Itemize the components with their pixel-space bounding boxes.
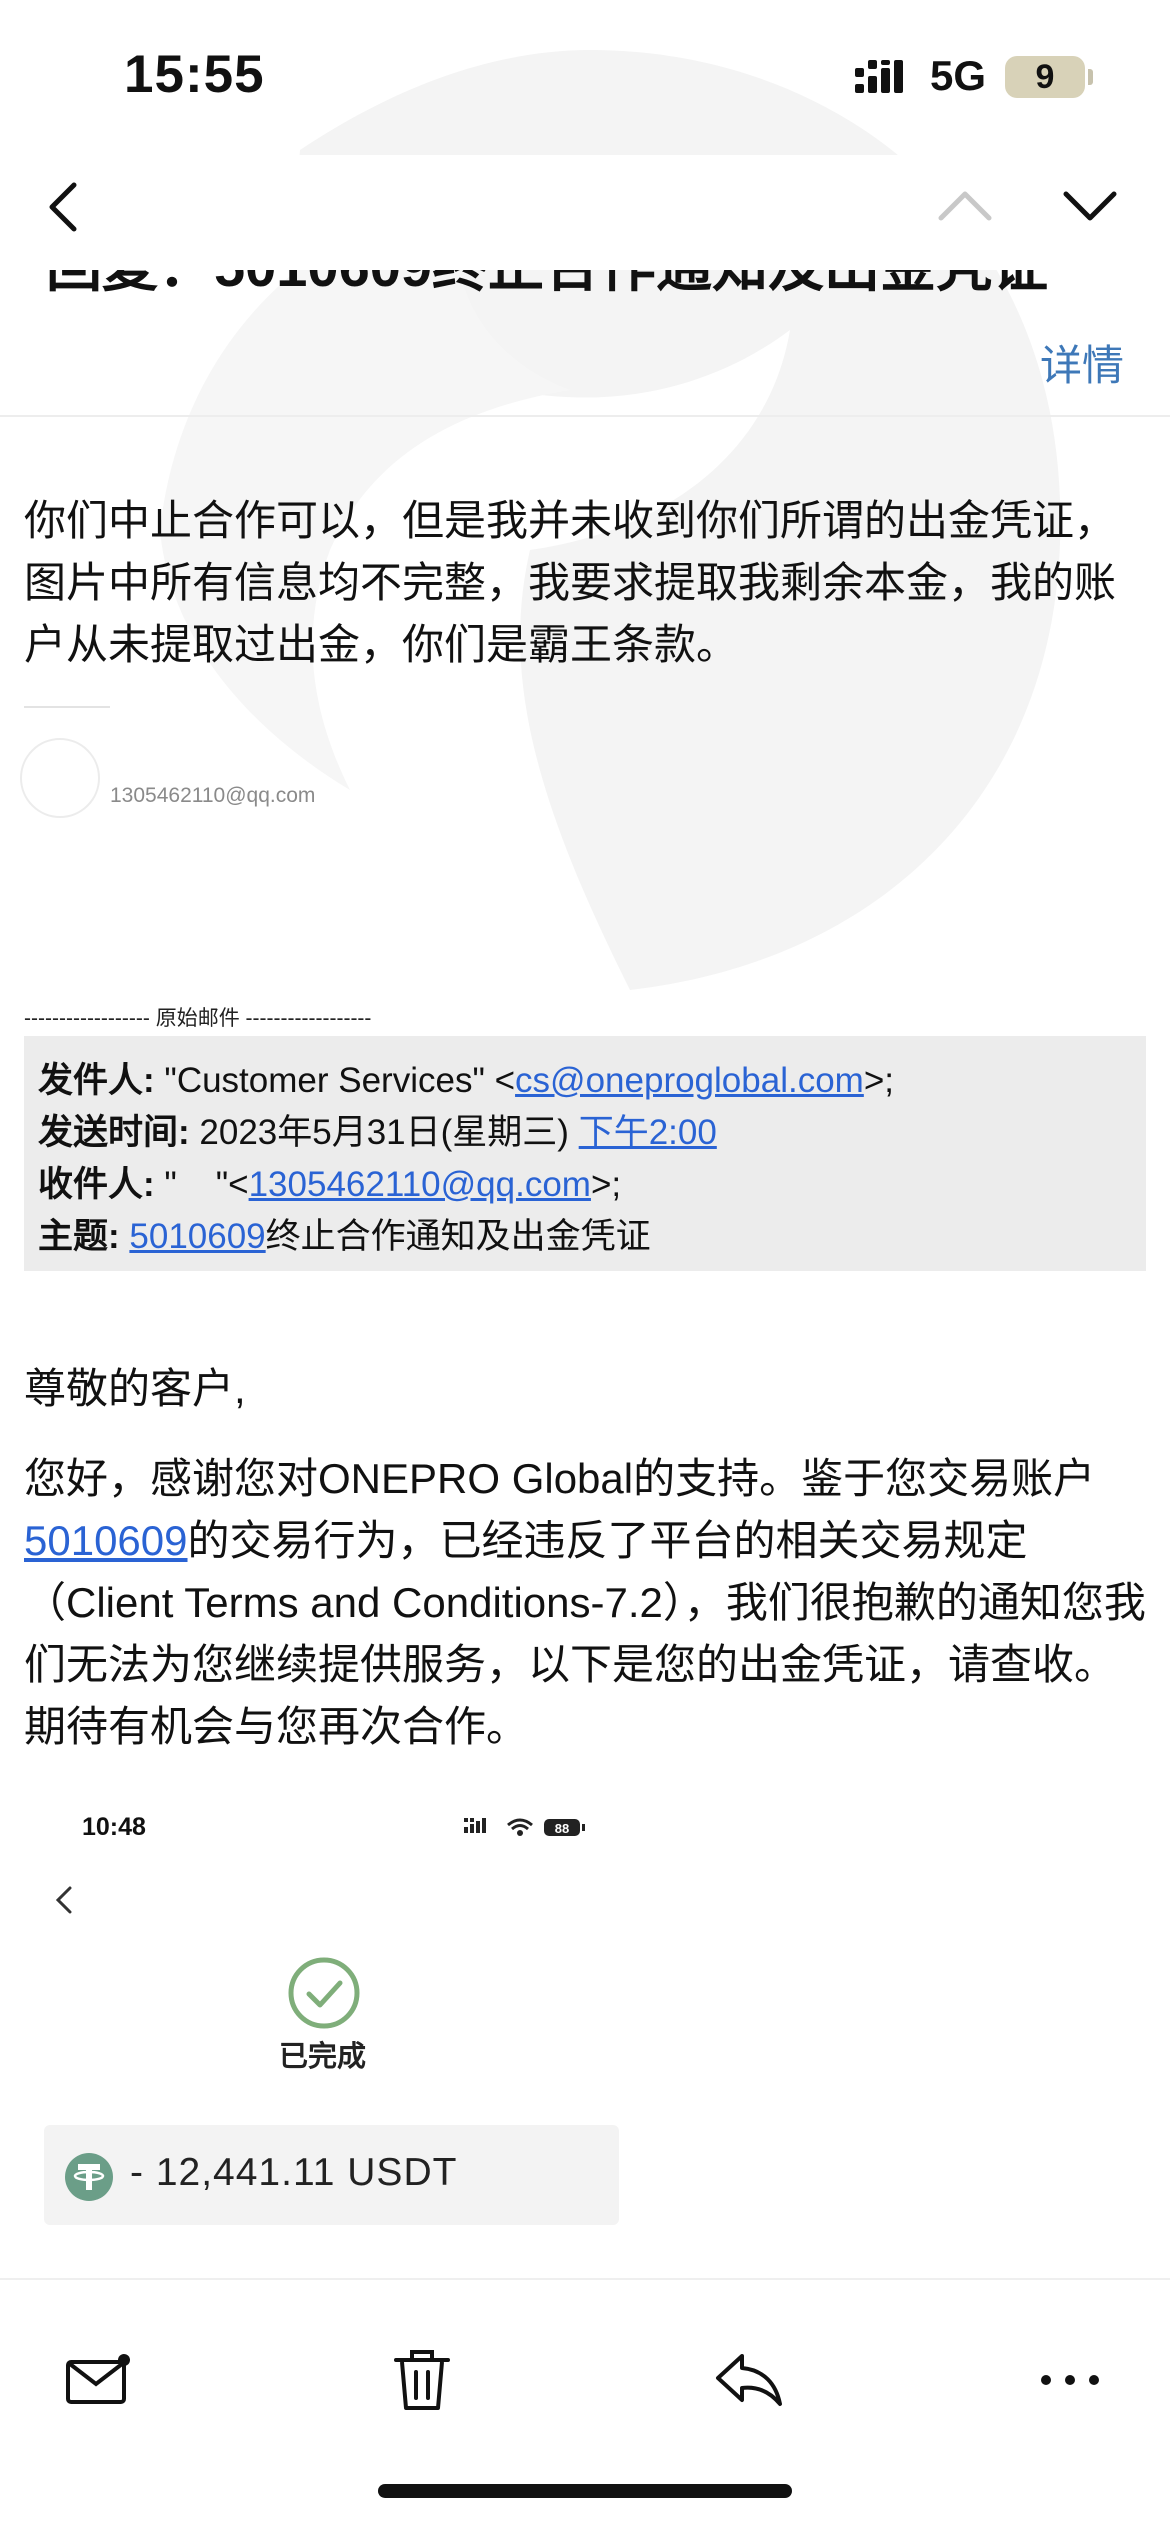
orig-to-email-link[interactable]: 1305462110@qq.com	[249, 1165, 591, 1204]
orig-to-line: 收件人: " "<1305462110@qq.com>;	[38, 1156, 621, 1207]
avatar	[20, 738, 100, 818]
reply-body: 你们中止合作可以，但是我并未收到你们所谓的出金凭证，图片中所有信息均不完整，我要…	[24, 497, 1117, 668]
orig-subject-label: 主题:	[38, 1217, 120, 1256]
chevron-left-icon[interactable]	[40, 177, 90, 237]
orig-to-suffix: >;	[590, 1165, 622, 1204]
embedded-time: 10:48	[82, 1813, 146, 1841]
account-number-link[interactable]: 5010609	[24, 1517, 188, 1564]
orig-subject-line: 主题: 5010609终止合作通知及出金凭证	[38, 1208, 651, 1259]
orig-from-email-link[interactable]: cs@oneproglobal.com	[515, 1061, 864, 1100]
paragraph-part-1: 您好，感谢您对ONEPRO Global的支持。鉴于您交易账户	[24, 1455, 1096, 1502]
orig-subject-id-link[interactable]: 5010609	[129, 1217, 265, 1256]
battery-icon: 9	[1005, 56, 1085, 98]
orig-from-label: 发件人:	[38, 1061, 155, 1100]
reply-icon[interactable]	[708, 2340, 788, 2420]
embedded-amount-box: - 12,441.11 USDT	[44, 2125, 619, 2225]
orig-date-value: 2023年5月31日(星期三)	[199, 1113, 579, 1152]
orig-date-line: 发送时间: 2023年5月31日(星期三) 下午2:00	[38, 1104, 717, 1155]
battery-level: 9	[1035, 58, 1055, 96]
orig-to-name: " "<	[164, 1165, 249, 1204]
original-mail-header: 发件人: "Customer Services" <cs@oneprogloba…	[24, 1036, 1146, 1271]
details-link[interactable]: 详情	[1040, 332, 1124, 393]
battery-nub	[1088, 69, 1093, 85]
chevron-up-icon[interactable]	[935, 180, 995, 230]
orig-from-line: 发件人: "Customer Services" <cs@oneprogloba…	[38, 1052, 894, 1103]
embedded-status-icons: 88	[464, 1818, 585, 1836]
embedded-amount: - 12,441.11 USDT	[130, 2151, 458, 2194]
network-type: 5G	[930, 52, 987, 99]
orig-subject-rest: 终止合作通知及出金凭证	[265, 1217, 651, 1256]
embedded-voucher-image[interactable]: 10:48 88 已完成 - 12,441.11 USDT	[34, 1795, 624, 2290]
status-time: 15:55	[124, 45, 265, 104]
tether-coin-icon	[65, 2153, 113, 2201]
signature-divider	[24, 706, 110, 708]
orig-to-label: 收件人:	[38, 1165, 155, 1204]
orig-time-link[interactable]: 下午2:00	[579, 1113, 717, 1152]
trash-icon[interactable]	[382, 2340, 462, 2420]
check-circle-icon	[288, 1957, 360, 2029]
header-divider	[0, 415, 1170, 417]
embedded-status-text: 已完成	[279, 2041, 367, 2073]
embedded-back-icon	[55, 1886, 72, 1914]
more-icon[interactable]	[1030, 2340, 1110, 2420]
mail-unread-icon[interactable]	[58, 2340, 138, 2420]
nav-bar	[0, 155, 1170, 270]
message-paragraph: 您好，感谢您对ONEPRO Global的支持。鉴于您交易账户 5010609的交…	[24, 1448, 1149, 1758]
signature-email: 1305462110@qq.com	[110, 784, 316, 807]
status-bar: 15:55 5G 9	[0, 0, 1170, 155]
orig-from-suffix: >;	[863, 1061, 894, 1100]
paragraph-part-2: 的交易行为，已经违反了平台的相关交易规定（Client Terms and Co…	[24, 1517, 1146, 1750]
greeting: 尊敬的客户,	[24, 1365, 246, 1412]
chevron-down-icon[interactable]	[1060, 180, 1120, 230]
original-mail-divider: ------------------ 原始邮件 ----------------…	[24, 1007, 372, 1030]
orig-from-name: "Customer Services" <	[164, 1061, 516, 1100]
home-indicator	[378, 2484, 792, 2498]
orig-date-label: 发送时间:	[38, 1113, 190, 1152]
embedded-battery-level: 88	[555, 1821, 569, 1836]
cellular-signal-icon	[855, 60, 903, 93]
